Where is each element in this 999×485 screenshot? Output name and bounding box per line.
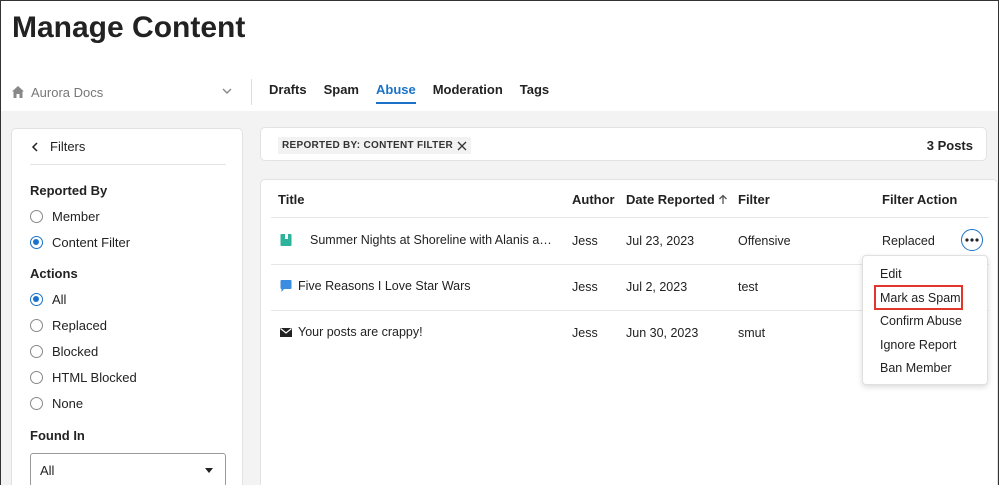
- chevron-down-icon: [222, 88, 232, 94]
- filter-cell: smut: [738, 326, 766, 340]
- row-divider: [271, 217, 989, 218]
- radio-label: Member: [52, 209, 100, 224]
- home-icon: [12, 86, 24, 98]
- radio-button[interactable]: [30, 345, 43, 358]
- menu-item-ignore-report[interactable]: Ignore Report: [880, 338, 956, 352]
- tab-spam[interactable]: Spam: [324, 82, 359, 104]
- filters-panel: Filters Reported By Member Content Filte…: [11, 128, 243, 485]
- radio-button[interactable]: [30, 236, 43, 249]
- author-cell: Jess: [572, 280, 598, 294]
- header-date-label: Date Reported: [626, 192, 715, 207]
- tab-tags[interactable]: Tags: [520, 82, 549, 104]
- row-actions-menu: Edit Mark as Spam Confirm Abuse Ignore R…: [862, 255, 988, 385]
- header-title[interactable]: Title: [278, 192, 305, 207]
- radio-button[interactable]: [30, 210, 43, 223]
- tab-bar: Drafts Spam Abuse Moderation Tags: [269, 82, 566, 104]
- radio-none[interactable]: None: [30, 396, 83, 411]
- chevron-left-icon: [31, 142, 38, 152]
- header-filter[interactable]: Filter: [738, 192, 770, 207]
- radio-button[interactable]: [30, 371, 43, 384]
- filter-cell: test: [738, 280, 759, 294]
- close-icon[interactable]: [457, 141, 467, 151]
- more-actions-button[interactable]: [961, 229, 983, 251]
- found-in-value: All: [40, 462, 55, 478]
- ellipsis-icon: [965, 238, 979, 242]
- message-icon: [280, 280, 292, 292]
- filters-back-button[interactable]: Filters: [30, 139, 226, 165]
- found-in-select[interactable]: All: [30, 453, 226, 485]
- radio-content-filter[interactable]: Content Filter: [30, 235, 130, 250]
- radio-label: HTML Blocked: [52, 370, 137, 385]
- radio-label: All: [52, 292, 67, 307]
- radio-all[interactable]: All: [30, 292, 66, 307]
- title-cell: Your posts are crappy!: [279, 325, 559, 339]
- radio-label: Content Filter: [52, 235, 131, 250]
- header-filter-action[interactable]: Filter Action: [882, 192, 957, 207]
- filter-chip-label: REPORTED BY: CONTENT FILTER: [282, 140, 454, 151]
- radio-button[interactable]: [30, 319, 43, 332]
- date-cell: Jul 2, 2023: [626, 280, 688, 294]
- caret-down-icon: [205, 468, 213, 473]
- date-cell: Jun 30, 2023: [626, 326, 699, 340]
- filter-action-cell: Replaced: [882, 234, 935, 248]
- title-cell: Five Reasons I Love Star Wars: [279, 279, 559, 293]
- community-name: Aurora Docs: [31, 84, 104, 100]
- actions-label: Actions: [30, 266, 78, 281]
- radio-label: None: [52, 396, 84, 411]
- menu-item-confirm-abuse[interactable]: Confirm Abuse: [880, 314, 962, 328]
- book-icon: [280, 234, 292, 246]
- radio-blocked[interactable]: Blocked: [30, 344, 98, 359]
- filter-chip: REPORTED BY: CONTENT FILTER: [278, 137, 472, 154]
- envelope-icon: [280, 328, 292, 337]
- header-divider: [251, 79, 252, 105]
- header-author[interactable]: Author: [572, 192, 615, 207]
- radio-button[interactable]: [30, 397, 43, 410]
- post-count: 3 Posts: [926, 138, 973, 153]
- community-select[interactable]: Aurora Docs: [11, 81, 233, 103]
- radio-replaced[interactable]: Replaced: [30, 318, 107, 333]
- highlight-box: [874, 285, 963, 310]
- filters-heading: Filters: [50, 139, 86, 154]
- tab-abuse[interactable]: Abuse: [375, 82, 416, 104]
- header-date-reported[interactable]: Date Reported: [626, 192, 728, 207]
- post-title-link[interactable]: Five Reasons I Love Star Wars: [298, 279, 471, 293]
- menu-item-ban-member[interactable]: Ban Member: [880, 361, 952, 375]
- date-cell: Jul 23, 2023: [626, 234, 695, 248]
- tab-moderation[interactable]: Moderation: [433, 82, 503, 104]
- title-cell: Summer Nights at Shoreline with Alanis a…: [279, 233, 559, 247]
- page-title: Manage Content: [12, 11, 246, 44]
- reported-by-label: Reported By: [30, 183, 108, 198]
- filter-cell: Offensive: [738, 234, 791, 248]
- active-filter-bar: REPORTED BY: CONTENT FILTER 3 Posts: [260, 127, 987, 161]
- found-in-label: Found In: [30, 428, 85, 443]
- author-cell: Jess: [572, 326, 598, 340]
- sort-arrow-up-icon: [718, 194, 727, 204]
- radio-button[interactable]: [30, 293, 43, 306]
- radio-member[interactable]: Member: [30, 209, 100, 224]
- menu-item-edit[interactable]: Edit: [880, 267, 902, 281]
- post-title-link[interactable]: Your posts are crappy!: [298, 325, 423, 339]
- radio-label: Blocked: [52, 344, 99, 359]
- radio-html-blocked[interactable]: HTML Blocked: [30, 370, 137, 385]
- radio-label: Replaced: [52, 318, 107, 333]
- author-cell: Jess: [572, 234, 598, 248]
- post-title-link[interactable]: Summer Nights at Shoreline with Alanis a…: [310, 233, 558, 247]
- tab-drafts[interactable]: Drafts: [269, 82, 307, 104]
